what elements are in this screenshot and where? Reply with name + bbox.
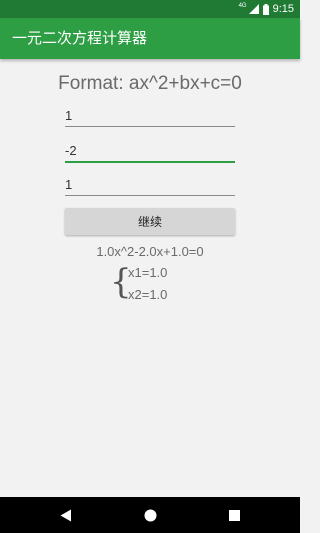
app-bar: 一元二次方程计算器	[0, 18, 300, 59]
network-type-label: 4G	[238, 3, 247, 9]
home-icon[interactable]	[140, 505, 160, 525]
format-instruction: Format: ax^2+bx+c=0	[58, 73, 242, 94]
root-x1: x1=1.0	[128, 265, 168, 280]
equation-result: 1.0x^2-2.0x+1.0=0	[96, 244, 204, 259]
coefficient-c-input[interactable]	[65, 173, 235, 196]
root-x2: x2=1.0	[128, 287, 168, 302]
coefficient-b-input[interactable]	[65, 139, 235, 163]
continue-button[interactable]: 继续	[65, 208, 235, 235]
status-bar: 4G 9:15	[0, 0, 300, 18]
app-title: 一元二次方程计算器	[12, 29, 148, 47]
battery-icon	[262, 3, 269, 15]
navigation-bar	[0, 497, 300, 533]
coefficient-a-input[interactable]	[65, 104, 235, 127]
status-icons: 4G 9:15	[239, 2, 294, 16]
recents-icon[interactable]	[224, 505, 244, 525]
status-time: 9:15	[272, 3, 294, 15]
signal-icon	[248, 4, 259, 14]
back-icon[interactable]	[56, 505, 76, 525]
